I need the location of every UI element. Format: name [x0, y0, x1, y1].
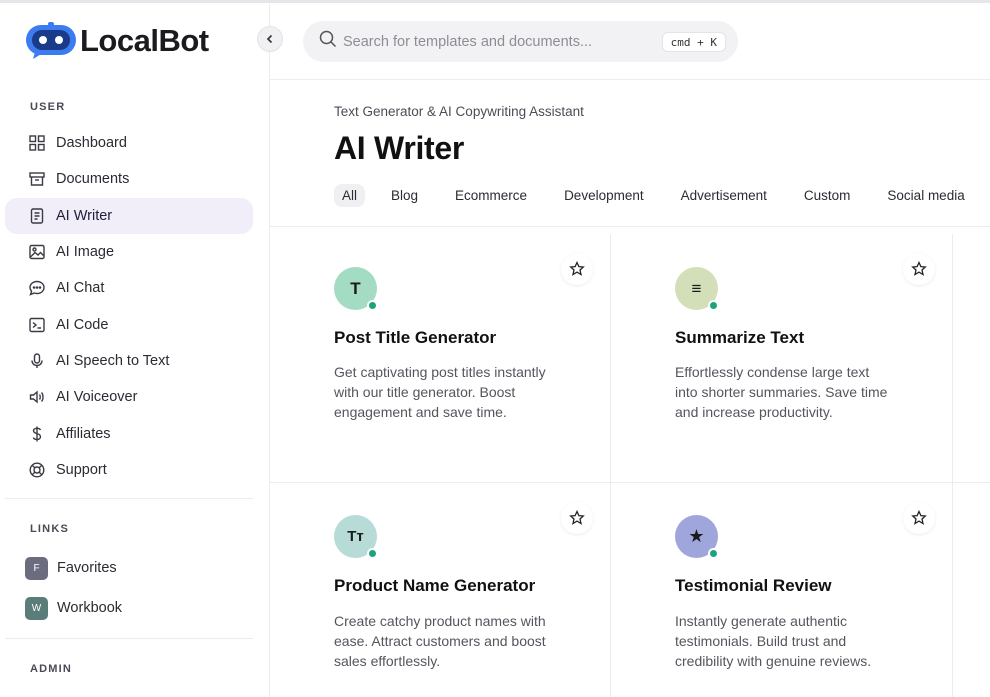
avatar-glyph: T [350, 278, 361, 298]
favorite-button[interactable] [561, 502, 593, 534]
favorite-button[interactable] [561, 253, 593, 285]
sidebar-item-label: Documents [56, 171, 130, 188]
sidebar-item-affiliates[interactable]: Affiliates [5, 415, 253, 451]
card-title: Product Name Generator [334, 576, 536, 595]
sidebar-nav: Dashboard Documents AI Writer AI Image A… [5, 125, 253, 488]
sidebar: LocalBot USER Dashboard Documents AI Wri… [0, 3, 270, 697]
card-title: Summarize Text [675, 328, 805, 347]
dashboard-icon [28, 135, 45, 152]
sidebar-item-ai-writer[interactable]: AI Writer [5, 197, 253, 234]
star-icon [911, 261, 927, 276]
header-divider [270, 79, 990, 80]
sidebar-divider [5, 638, 253, 639]
sidebar-link-favorites[interactable]: F Favorites [5, 548, 253, 588]
speaker-icon [28, 389, 45, 406]
sidebar-item-dashboard[interactable]: Dashboard [5, 125, 253, 161]
lifebuoy-icon [28, 461, 45, 478]
grid-divider [952, 234, 953, 697]
card-description: Get captivating post titles instantly wi… [334, 364, 546, 420]
chevron-left-icon [266, 34, 273, 44]
avatar-glyph: ≡ [691, 278, 702, 298]
tab-all[interactable]: All [334, 184, 366, 207]
sidebar-item-label: AI Voiceover [56, 389, 138, 406]
status-dot [708, 300, 719, 311]
sidebar-item-label: AI Code [56, 316, 109, 333]
star-icon [569, 261, 585, 276]
image-icon [28, 244, 45, 261]
chat-icon [28, 280, 45, 297]
logo-text: LocalBot [80, 23, 209, 58]
sidebar-item-label: AI Image [56, 244, 115, 261]
grid-divider [270, 482, 990, 483]
workbook-badge: W [25, 596, 48, 620]
sidebar-divider [5, 498, 253, 499]
sidebar-item-label: AI Speech to Text [56, 352, 170, 369]
sidebar-item-label: Dashboard [56, 135, 127, 152]
star-filled-icon: ★ [675, 515, 719, 559]
sidebar-item-ai-code[interactable]: AI Code [5, 306, 253, 342]
sidebar-link-workbook[interactable]: W Workbook [5, 588, 253, 628]
text-size-icon: Tт [334, 515, 378, 559]
sidebar-item-ai-speech-to-text[interactable]: AI Speech to Text [5, 343, 253, 379]
sidebar-item-support[interactable]: Support [5, 452, 253, 488]
tab-custom[interactable]: Custom [804, 184, 851, 207]
logo-robot-icon [25, 22, 77, 60]
avatar-glyph: ★ [688, 526, 705, 546]
section-label-links: LINKS [30, 523, 69, 535]
status-dot [367, 300, 378, 311]
favorite-button[interactable] [903, 502, 935, 534]
sidebar-links: F Favorites W Workbook [5, 548, 253, 628]
search-bar[interactable]: cmd + K [303, 21, 738, 62]
tab-advertisement[interactable]: Advertisement [681, 184, 767, 207]
sidebar-item-ai-chat[interactable]: AI Chat [5, 270, 253, 306]
card-title: Testimonial Review [675, 576, 832, 595]
lines-icon: ≡ [675, 267, 719, 311]
sidebar-item-label: Support [56, 461, 107, 478]
sidebar-item-ai-voiceover[interactable]: AI Voiceover [5, 379, 253, 415]
category-tabs: All Blog Ecommerce Development Advertise… [334, 184, 965, 207]
dollar-icon [28, 425, 45, 442]
sidebar-item-documents[interactable]: Documents [5, 161, 253, 197]
favorites-badge: F [25, 556, 48, 580]
card-description: Create catchy product names with ease. A… [334, 613, 546, 669]
card-title: Post Title Generator [334, 328, 497, 347]
section-label-user: USER [30, 101, 66, 113]
sidebar-item-ai-image[interactable]: AI Image [5, 234, 253, 270]
tab-development[interactable]: Development [564, 184, 644, 207]
tab-ecommerce[interactable]: Ecommerce [455, 184, 527, 207]
grid-divider [610, 234, 611, 697]
card-description: Effortlessly condense large text into sh… [675, 364, 888, 420]
terminal-icon [28, 316, 45, 333]
sidebar-item-label: Affiliates [56, 425, 111, 442]
search-input[interactable] [343, 33, 648, 50]
microphone-icon [28, 352, 45, 369]
star-icon [569, 510, 585, 525]
archive-icon [28, 171, 45, 188]
tabs-divider [270, 226, 990, 227]
sidebar-link-label: Favorites [57, 560, 117, 576]
letter-t-icon: T [334, 267, 378, 311]
status-dot [708, 548, 719, 559]
logo[interactable]: LocalBot [25, 22, 209, 60]
sidebar-item-label: AI Chat [56, 280, 105, 297]
sidebar-link-label: Workbook [57, 600, 123, 616]
search-shortcut: cmd + K [661, 32, 726, 52]
tab-blog[interactable]: Blog [391, 184, 418, 207]
collapse-sidebar-button[interactable] [257, 26, 283, 52]
page-subtitle: Text Generator & AI Copywriting Assistan… [334, 104, 584, 119]
status-dot [367, 548, 378, 559]
tab-social-media[interactable]: Social media [887, 184, 964, 207]
document-icon [28, 207, 45, 224]
sidebar-item-label: AI Writer [56, 207, 113, 224]
section-label-admin: ADMIN [30, 663, 73, 675]
star-icon [911, 510, 927, 525]
search-icon [319, 30, 337, 53]
page-title: AI Writer [334, 130, 465, 166]
card-description: Instantly generate authentic testimonial… [675, 613, 872, 669]
favorite-button[interactable] [903, 253, 935, 285]
avatar-glyph: Tт [347, 528, 364, 545]
